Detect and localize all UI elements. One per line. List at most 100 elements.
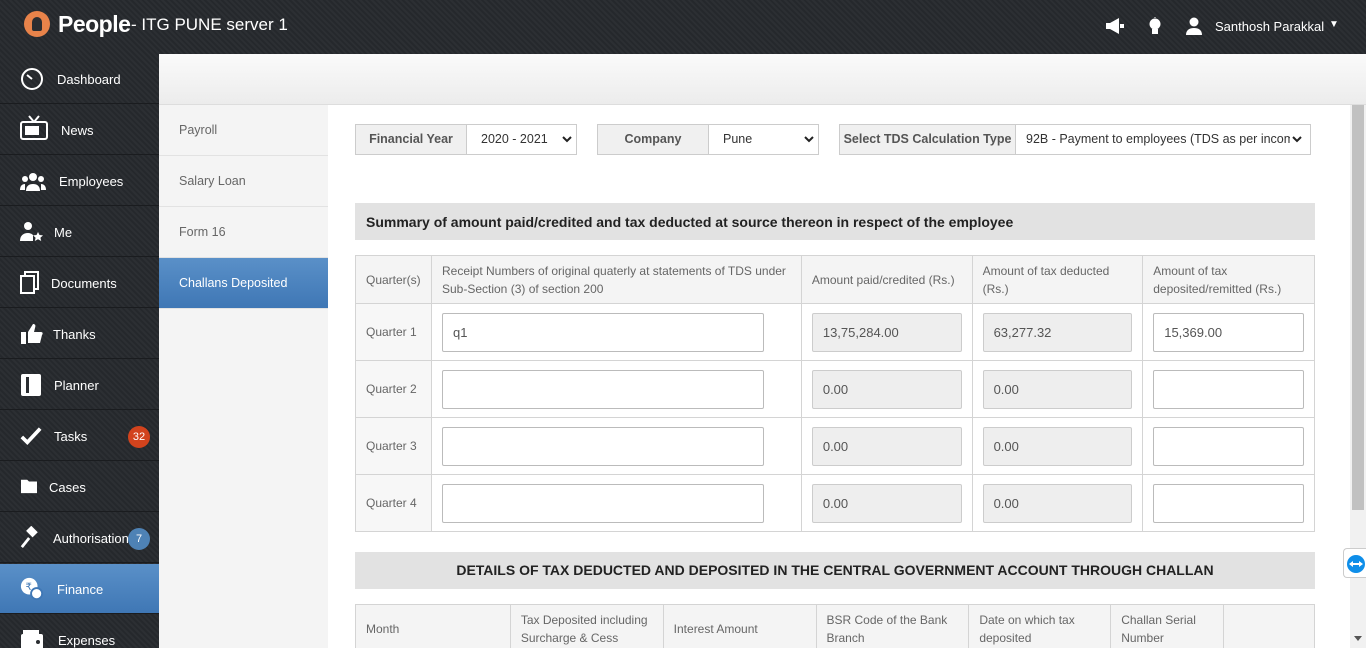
planner-icon [21,374,41,396]
page-header-strip [159,54,1366,105]
sidebar-item-employees[interactable]: Employees [0,156,159,206]
sidebar-item-news[interactable]: News [0,105,159,155]
sidebar-item-label: Tasks [54,429,88,444]
tds-type-select[interactable]: 92B - Payment to employees (TDS as per i… [1016,125,1290,154]
brand-name[interactable]: People [58,11,131,38]
lightbulb-icon[interactable] [1147,17,1167,37]
user-name[interactable]: Santhosh Parakkal [1215,19,1324,34]
table-row: Quarter 2 0.00 0.00 [355,360,1315,418]
tax-deposited-input[interactable] [1153,426,1304,466]
company-filter: Company Pune [597,124,819,155]
people-logo-icon[interactable] [24,11,50,37]
challan-section-title: DETAILS OF TAX DEDUCTED AND DEPOSITED IN… [355,552,1315,589]
main-content: Financial Year 2020 - 2021 Company Pune … [328,105,1350,648]
sidebar-item-label: Authorisations [53,531,136,546]
sidebar-item-cases[interactable]: Cases [0,462,159,512]
authorisations-count-badge: 7 [128,528,150,550]
tax-deposited-input[interactable] [1153,483,1304,523]
remote-support-icon [1347,555,1365,573]
tds-type-label: Select TDS Calculation Type [840,125,1016,154]
receipt-number-input[interactable] [441,426,764,466]
table-row: Quarter 3 0.00 0.00 [355,417,1315,475]
person-star-icon [20,222,43,241]
user-icon[interactable] [1185,17,1205,37]
sidebar-item-finance[interactable]: ₹ Finance [0,564,159,614]
subnav-item-salary-loan[interactable]: Salary Loan [159,156,328,207]
receipt-number-input[interactable] [441,369,764,409]
company-select[interactable]: Pune [709,125,818,154]
sidebar-item-planner[interactable]: Planner [0,360,159,410]
subnav-item-form-16[interactable]: Form 16 [159,207,328,258]
sidebar-item-label: Documents [51,276,117,291]
server-name: - ITG PUNE server 1 [131,15,288,34]
wallet-icon [21,630,43,648]
column-header: Amount of tax deposited/remitted (Rs.) [1142,255,1315,304]
tv-icon [20,115,48,140]
subnav-item-challans-deposited[interactable]: Challans Deposited [159,258,328,309]
subnav-item-payroll[interactable]: Payroll [159,105,328,156]
thumbs-up-icon [21,324,43,344]
chevron-down-icon[interactable] [1292,134,1302,144]
column-header: Month [355,604,511,648]
finance-subnav: Payroll Salary Loan Form 16 Challans Dep… [159,105,328,648]
challan-table: Month Tax Deposited including Surcharge … [355,604,1315,648]
sidebar: Dashboard News Employees Me Documents Th… [0,54,159,648]
tax-deducted-field: 63,277.32 [982,312,1133,352]
table-row: Quarter 4 0.00 0.00 [355,474,1315,532]
tax-deducted-field: 0.00 [982,426,1133,466]
summary-section-title: Summary of amount paid/credited and tax … [355,203,1315,240]
column-header: Challan Serial Number [1110,604,1225,648]
sidebar-item-label: Planner [54,378,99,393]
column-header: Date on which tax deposited [968,604,1112,648]
tax-deducted-field: 0.00 [982,369,1133,409]
challan-table-header-row: Month Tax Deposited including Surcharge … [355,604,1315,648]
sidebar-item-me[interactable]: Me [0,207,159,257]
remote-support-widget[interactable] [1343,548,1366,578]
column-header: Tax Deposited including Surcharge & Cess [509,604,664,648]
sidebar-item-expenses[interactable]: Expenses [0,615,159,648]
caret-down-icon[interactable]: ▼ [1329,19,1339,30]
finance-icon: ₹ [20,577,44,601]
financial-year-select[interactable]: 2020 - 2021 [467,125,576,154]
summary-table-header-row: Quarter(s) Receipt Numbers of original q… [355,255,1315,304]
quarter-label: Quarter 4 [355,474,432,532]
sidebar-item-label: Dashboard [57,72,121,87]
chevron-down-icon[interactable] [562,134,572,144]
sidebar-item-thanks[interactable]: Thanks [0,309,159,359]
scroll-down-arrow-icon[interactable] [1354,636,1362,641]
amount-paid-field: 0.00 [811,426,962,466]
quarter-label: Quarter 2 [355,360,432,418]
scrollbar-thumb[interactable] [1352,105,1364,510]
column-header: BSR Code of the Bank Branch [815,604,970,648]
people-icon [20,173,46,191]
megaphone-icon[interactable] [1104,17,1124,37]
column-header: Interest Amount [662,604,817,648]
amount-paid-field: 13,75,284.00 [811,312,962,352]
sidebar-item-label: Cases [49,480,86,495]
quarter-label: Quarter 3 [355,417,432,475]
documents-icon [20,271,39,294]
company-label: Company [598,125,709,154]
tax-deposited-input[interactable]: 15,369.00 [1153,312,1304,352]
sidebar-item-label: Me [54,225,73,240]
amount-paid-field: 0.00 [811,369,962,409]
sidebar-item-authorisations[interactable]: Authorisations 7 [0,513,159,563]
speedometer-icon [21,68,43,90]
tax-deposited-input[interactable] [1153,369,1304,409]
sidebar-item-tasks[interactable]: Tasks 32 [0,411,159,461]
chevron-down-icon[interactable] [804,134,814,144]
sidebar-item-dashboard[interactable]: Dashboard [0,54,159,104]
summary-table: Quarter(s) Receipt Numbers of original q… [355,255,1315,532]
folder-icon [21,479,37,494]
receipt-number-input[interactable] [441,483,764,523]
table-row: Quarter 1 q1 13,75,284.00 63,277.32 15,3… [355,303,1315,361]
tax-deducted-field: 0.00 [982,483,1133,523]
receipt-number-input[interactable]: q1 [441,312,764,352]
financial-year-filter: Financial Year 2020 - 2021 [355,124,577,155]
gavel-icon [20,526,38,549]
sidebar-item-documents[interactable]: Documents [0,258,159,308]
financial-year-label: Financial Year [356,125,467,154]
sidebar-item-label: Thanks [53,327,96,342]
column-header: Receipt Numbers of original quaterly at … [430,255,802,304]
tds-type-filter: Select TDS Calculation Type 92B - Paymen… [839,124,1311,155]
